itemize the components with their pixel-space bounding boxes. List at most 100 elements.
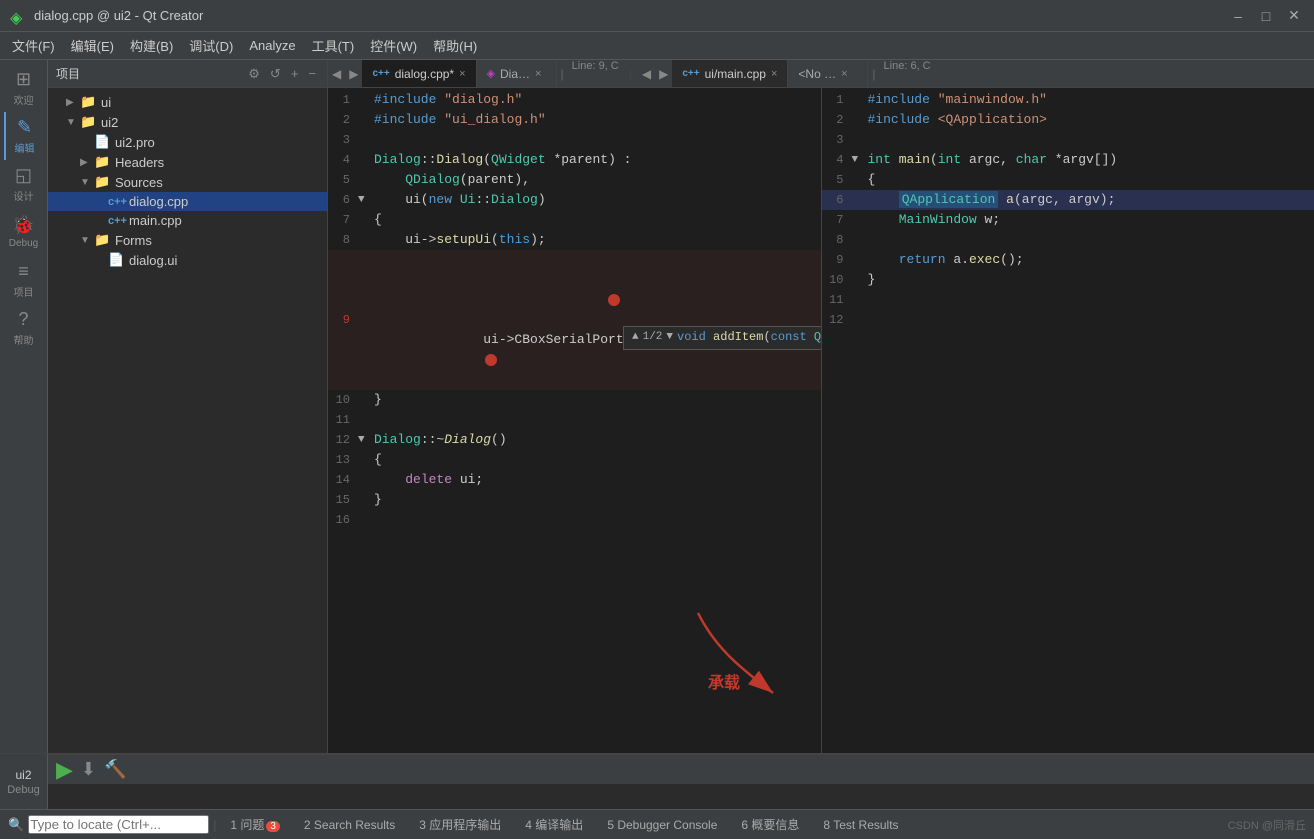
tree-label-ui: ui xyxy=(101,95,111,110)
code-line: 8 ui->setupUi(this); xyxy=(328,230,821,250)
bottom-tab-overview[interactable]: 6 概要信息 xyxy=(731,814,809,835)
code-line: 5 QDialog(parent), xyxy=(328,170,821,190)
code-line: 11 xyxy=(822,290,1314,310)
tab-prev-right[interactable]: ◀ xyxy=(638,60,655,87)
code-line: 4 ▼ int main(int argc, char *argv[]) xyxy=(822,150,1314,170)
right-code-content[interactable]: 1 #include "mainwindow.h" 2 #include <QA… xyxy=(822,88,1314,753)
main-area: ⊞ 欢迎 ✎ 编辑 ◱ 设计 🐞 Debug ≡ 项目 ? 帮助 项目 ⚙ xyxy=(0,60,1314,753)
bottom-tab-search[interactable]: 2 Search Results xyxy=(294,816,405,834)
sidebar-label-help: 帮助 xyxy=(14,332,34,347)
code-line: 7 MainWindow w; xyxy=(822,210,1314,230)
tree-item-main-cpp[interactable]: c++ main.cpp xyxy=(48,211,327,230)
bottom-tab-test[interactable]: 8 Test Results xyxy=(813,816,908,834)
sidebar-item-welcome[interactable]: ⊞ 欢迎 xyxy=(4,64,44,112)
code-line: 15 } xyxy=(328,490,821,510)
app-icon: ◈ xyxy=(10,8,26,24)
tab-close-main-cpp[interactable]: × xyxy=(771,68,777,80)
code-line: 9 return a.exec(); xyxy=(822,250,1314,270)
popup-up-arrow[interactable]: ▲ xyxy=(632,331,639,343)
menu-analyze[interactable]: Analyze xyxy=(241,34,303,57)
collapse-icon[interactable]: − xyxy=(305,65,319,83)
menu-debug[interactable]: 调试(D) xyxy=(181,32,241,59)
code-line: 2 #include <QApplication> xyxy=(822,110,1314,130)
folder-icon: 📁 xyxy=(80,94,98,110)
close-button[interactable]: ✕ xyxy=(1284,6,1304,26)
close-panel-icon[interactable]: + xyxy=(288,65,302,83)
bottom-tab-problems[interactable]: 1 问题3 xyxy=(220,814,290,835)
menu-tools[interactable]: 工具(T) xyxy=(304,32,363,59)
autocomplete-popup: ▲ 1/2 ▼ void addItem(const QString &atex… xyxy=(623,326,821,350)
step-button[interactable]: ⬇ xyxy=(81,759,96,780)
tab-icon3: c++ xyxy=(682,68,699,79)
sync-icon[interactable]: ↺ xyxy=(267,65,284,83)
tree-item-dialog-cpp[interactable]: c++ dialog.cpp xyxy=(48,192,327,211)
tab-prev[interactable]: ◀ xyxy=(328,60,345,87)
menu-edit[interactable]: 编辑(E) xyxy=(63,32,122,59)
file-icon: 📄 xyxy=(94,134,112,150)
tree-label-main-cpp: main.cpp xyxy=(129,213,182,228)
menu-bar: 文件(F) 编辑(E) 构建(B) 调试(D) Analyze 工具(T) 控件… xyxy=(0,32,1314,60)
code-line: 8 xyxy=(822,230,1314,250)
tab-close-dia[interactable]: × xyxy=(535,68,541,80)
tree-arrow: ▶ xyxy=(66,97,80,108)
tree-label-sources: Sources xyxy=(115,175,163,190)
menu-build[interactable]: 构建(B) xyxy=(122,32,181,59)
tree-item-headers[interactable]: ▶ 📁 Headers xyxy=(48,152,327,172)
sidebar-item-help[interactable]: ? 帮助 xyxy=(4,304,44,352)
ui2-label: ui2 xyxy=(15,768,31,782)
tab-dia[interactable]: ◈ Dia… × xyxy=(477,60,557,87)
cpp-icon: c++ xyxy=(108,196,126,208)
minimize-button[interactable]: – xyxy=(1228,6,1248,26)
menu-help[interactable]: 帮助(H) xyxy=(425,32,485,59)
tab-main-cpp[interactable]: c++ ui/main.cpp × xyxy=(672,60,788,87)
run-button[interactable]: ▶ xyxy=(56,757,73,783)
qapp-highlight: QApplication xyxy=(899,191,999,208)
code-line: 10 } xyxy=(822,270,1314,290)
code-area: ◀ ▶ c++ dialog.cpp* × ◈ Dia… × | Line: 9… xyxy=(328,60,1314,753)
sidebar-label-edit: 编辑 xyxy=(15,140,35,155)
debug-sidebar-icon: 🐞 xyxy=(12,215,34,236)
sidebar-item-debug[interactable]: 🐞 Debug xyxy=(4,208,44,256)
tab-dialog-cpp[interactable]: c++ dialog.cpp* × xyxy=(362,60,476,87)
sidebar-label-welcome: 欢迎 xyxy=(14,92,34,107)
code-line: 10 } xyxy=(328,390,821,410)
breakpoint-marker xyxy=(608,294,620,306)
sidebar-item-project[interactable]: ≡ 项目 xyxy=(4,256,44,304)
bottom-tab-app-output[interactable]: 3 应用程序输出 xyxy=(409,814,511,835)
left-code-content[interactable]: 1 #include "dialog.h" 2 #include "ui_dia… xyxy=(328,88,821,753)
menu-controls[interactable]: 控件(W) xyxy=(362,32,425,59)
tree-label-headers: Headers xyxy=(115,155,164,170)
tab-close-dialog-cpp[interactable]: × xyxy=(459,68,465,80)
tree-item-ui[interactable]: ▶ 📁 ui xyxy=(48,92,327,112)
tab-close-no[interactable]: × xyxy=(841,68,847,80)
sidebar-item-edit[interactable]: ✎ 编辑 xyxy=(4,112,44,160)
tab-no[interactable]: <No … × xyxy=(788,60,868,87)
tab-next[interactable]: ▶ xyxy=(345,60,362,87)
tree-item-sources[interactable]: ▼ 📁 Sources xyxy=(48,172,327,192)
menu-file[interactable]: 文件(F) xyxy=(4,32,63,59)
filter-icon[interactable]: ⚙ xyxy=(245,65,263,83)
tree-item-forms[interactable]: ▼ 📁 Forms xyxy=(48,230,327,250)
tree-label-forms: Forms xyxy=(115,233,152,248)
tree-item-ui2[interactable]: ▼ 📁 ui2 xyxy=(48,112,327,132)
bottom-tab-debugger[interactable]: 5 Debugger Console xyxy=(597,816,727,834)
code-line: 12 ▼ Dialog::~Dialog() xyxy=(328,430,821,450)
project-tree: ▶ 📁 ui ▼ 📁 ui2 📄 ui2.pro ▶ 📁 Headers xyxy=(48,88,327,753)
hammer-button[interactable]: 🔨 xyxy=(104,759,126,780)
tree-item-ui2pro[interactable]: 📄 ui2.pro xyxy=(48,132,327,152)
tab-label-dia: Dia… xyxy=(500,67,530,81)
bottom-toolbar: 🔍 | 1 问题3 2 Search Results 3 应用程序输出 4 编译… xyxy=(0,809,1314,839)
tree-label-ui2: ui2 xyxy=(101,115,118,130)
window-title: dialog.cpp @ ui2 - Qt Creator xyxy=(34,8,203,23)
bottom-section: ui2 Debug ▶ ⬇ 🔨 xyxy=(0,753,1314,809)
sidebar-item-design[interactable]: ◱ 设计 xyxy=(4,160,44,208)
maximize-button[interactable]: □ xyxy=(1256,6,1276,26)
tree-item-dialog-ui[interactable]: 📄 dialog.ui xyxy=(48,250,327,270)
code-line: 7 { xyxy=(328,210,821,230)
locate-input[interactable] xyxy=(28,815,209,834)
popup-down-arrow[interactable]: ▼ xyxy=(666,331,673,343)
title-bar: ◈ dialog.cpp @ ui2 - Qt Creator – □ ✕ xyxy=(0,0,1314,32)
popup-counter: 1/2 xyxy=(643,331,663,343)
bottom-tab-compile[interactable]: 4 编译输出 xyxy=(515,814,593,835)
tab-next-right[interactable]: ▶ xyxy=(655,60,672,87)
